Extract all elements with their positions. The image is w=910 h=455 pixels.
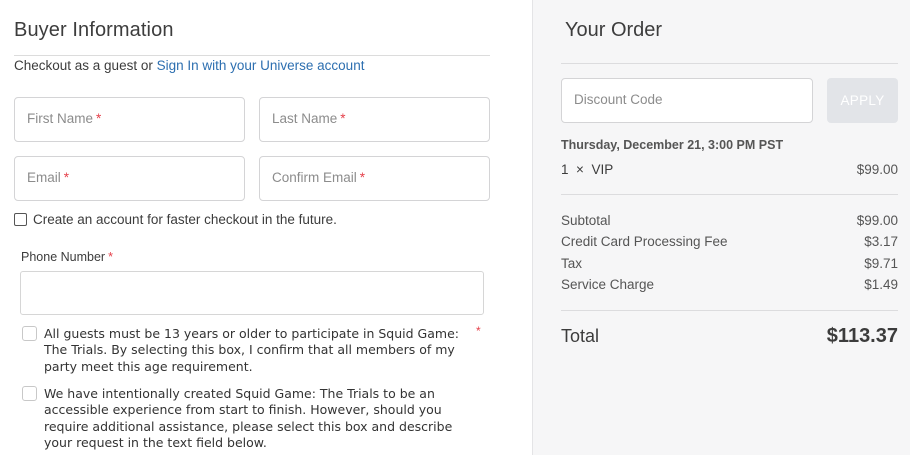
order-total-row: Total $113.37	[561, 325, 898, 348]
summary-value: $3.17	[864, 234, 898, 249]
create-account-option[interactable]: Create an account for faster checkout in…	[14, 212, 337, 227]
required-mark: *	[476, 324, 481, 338]
required-mark: *	[63, 170, 70, 185]
age-consent-text: All guests must be 13 years or older to …	[44, 326, 459, 374]
confirm-email-field[interactable]: Confirm Email *	[259, 156, 490, 201]
first-name-field[interactable]: First Name *	[14, 97, 245, 142]
phone-number-input[interactable]	[20, 271, 484, 315]
summary-value: $99.00	[856, 213, 898, 228]
divider	[561, 194, 898, 195]
summary-value: $9.71	[864, 256, 898, 271]
required-mark: *	[96, 111, 102, 126]
buyer-information-panel: Buyer Information Checkout as a guest or…	[0, 0, 532, 455]
age-consent-checkbox[interactable]	[22, 326, 37, 341]
item-price: $99.00	[856, 162, 898, 177]
item-name: VIP	[591, 162, 614, 177]
guest-checkout-text: Checkout as a guest or	[14, 58, 157, 73]
guest-checkout-line: Checkout as a guest or Sign In with your…	[14, 58, 364, 73]
event-datetime: Thursday, December 21, 3:00 PM PST	[561, 138, 784, 152]
create-account-checkbox[interactable]	[14, 213, 27, 226]
accessibility-consent-option: We have intentionally created Squid Game…	[22, 386, 484, 451]
email-field[interactable]: Email *	[14, 156, 245, 201]
buyer-information-title: Buyer Information	[14, 19, 174, 41]
last-name-placeholder: Last Name *	[272, 111, 346, 126]
age-consent-option: All guests must be 13 years or older to …	[22, 326, 484, 375]
summary-row-subtotal: Subtotal $99.00	[561, 213, 898, 228]
summary-label: Subtotal	[561, 213, 611, 228]
summary-value: $1.49	[864, 277, 898, 292]
your-order-title: Your Order	[565, 19, 663, 41]
last-name-field[interactable]: Last Name *	[259, 97, 490, 142]
confirm-email-placeholder: Confirm Email *	[272, 170, 366, 185]
discount-code-input[interactable]: Discount Code	[561, 78, 813, 123]
times-symbol: ×	[576, 162, 584, 177]
apply-discount-button[interactable]: APPLY	[827, 78, 898, 123]
sign-in-link[interactable]: Sign In with your Universe account	[157, 58, 365, 73]
required-mark: *	[108, 250, 113, 264]
divider	[14, 55, 490, 56]
phone-number-label: Phone Number *	[21, 250, 113, 264]
summary-row-processing-fee: Credit Card Processing Fee $3.17	[561, 234, 898, 249]
total-label: Total	[561, 326, 600, 346]
order-item-description: 1 × VIP	[561, 162, 613, 177]
divider	[561, 310, 898, 311]
summary-label: Tax	[561, 256, 583, 271]
discount-code-placeholder: Discount Code	[574, 92, 663, 107]
create-account-label: Create an account for faster checkout in…	[33, 212, 337, 227]
required-mark: *	[340, 111, 346, 126]
first-name-placeholder: First Name *	[27, 111, 102, 126]
item-quantity: 1	[561, 162, 569, 177]
email-placeholder: Email *	[27, 170, 70, 185]
order-item-row: 1 × VIP $99.00	[561, 162, 898, 177]
accessibility-consent-text: We have intentionally created Squid Game…	[44, 386, 453, 450]
summary-label: Credit Card Processing Fee	[561, 234, 728, 249]
total-value: $113.37	[826, 325, 898, 347]
accessibility-consent-checkbox[interactable]	[22, 386, 37, 401]
divider	[561, 63, 898, 64]
summary-label: Service Charge	[561, 277, 655, 292]
required-mark: *	[359, 170, 366, 185]
summary-row-service-charge: Service Charge $1.49	[561, 277, 898, 292]
summary-row-tax: Tax $9.71	[561, 256, 898, 271]
